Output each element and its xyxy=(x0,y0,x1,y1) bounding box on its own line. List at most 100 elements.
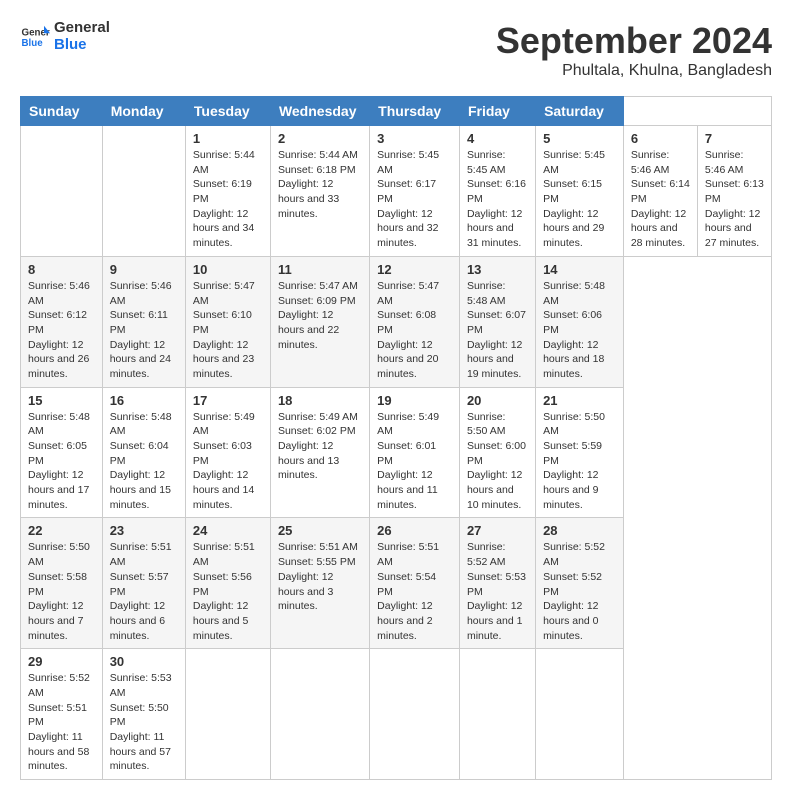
day-number: 3 xyxy=(377,131,452,146)
empty-cell xyxy=(102,126,185,257)
day-cell-16: 16 Sunrise: 5:48 AMSunset: 6:04 PMDayligh… xyxy=(102,387,185,518)
day-info: Sunrise: 5:48 AMSunset: 6:05 PMDaylight:… xyxy=(28,410,95,513)
day-cell-11: 11 Sunrise: 5:47 AMSunset: 6:09 PMDayligh… xyxy=(270,256,369,387)
day-info: Sunrise: 5:45 AMSunset: 6:16 PMDaylight:… xyxy=(467,148,528,251)
week-row-4: 22 Sunrise: 5:50 AMSunset: 5:58 PMDayligh… xyxy=(21,518,772,649)
day-number: 29 xyxy=(28,654,95,669)
week-row-5: 29Sunrise: 5:52 AMSunset: 5:51 PMDayligh… xyxy=(21,649,772,780)
day-number: 16 xyxy=(110,393,178,408)
day-info: Sunrise: 5:46 AMSunset: 6:14 PMDaylight:… xyxy=(631,148,690,251)
day-info: Sunrise: 5:49 AMSunset: 6:02 PMDaylight:… xyxy=(278,410,362,483)
day-number: 18 xyxy=(278,393,362,408)
day-number: 20 xyxy=(467,393,528,408)
day-number: 11 xyxy=(278,262,362,277)
day-info: Sunrise: 5:48 AMSunset: 6:04 PMDaylight:… xyxy=(110,410,178,513)
day-number: 9 xyxy=(110,262,178,277)
week-row-3: 15 Sunrise: 5:48 AMSunset: 6:05 PMDayligh… xyxy=(21,387,772,518)
calendar-table: SundayMondayTuesdayWednesdayThursdayFrid… xyxy=(20,96,772,780)
logo-icon: General Blue xyxy=(20,22,50,52)
day-info: Sunrise: 5:50 AMSunset: 5:59 PMDaylight:… xyxy=(543,410,616,513)
day-cell-5: 5Sunrise: 5:45 AMSunset: 6:15 PMDaylight… xyxy=(536,126,624,257)
day-cell-4: 4 Sunrise: 5:45 AMSunset: 6:16 PMDaylight… xyxy=(459,126,535,257)
day-cell-17: 17 Sunrise: 5:49 AMSunset: 6:03 PMDayligh… xyxy=(185,387,270,518)
weekday-header-thursday: Thursday xyxy=(370,97,460,126)
day-info: Sunrise: 5:50 AMSunset: 5:58 PMDaylight:… xyxy=(28,540,95,643)
day-number: 4 xyxy=(467,131,528,146)
day-number: 24 xyxy=(193,523,263,538)
day-info: Sunrise: 5:50 AMSunset: 6:00 PMDaylight:… xyxy=(467,410,528,513)
day-number: 21 xyxy=(543,393,616,408)
day-info: Sunrise: 5:52 AMSunset: 5:52 PMDaylight:… xyxy=(543,540,616,643)
day-cell-7: 7 Sunrise: 5:46 AMSunset: 6:13 PMDaylight… xyxy=(697,126,771,257)
day-cell-2: 2 Sunrise: 5:44 AMSunset: 6:18 PMDaylight… xyxy=(270,126,369,257)
day-info: Sunrise: 5:52 AMSunset: 5:53 PMDaylight:… xyxy=(467,540,528,643)
day-info: Sunrise: 5:46 AMSunset: 6:13 PMDaylight:… xyxy=(705,148,764,251)
empty-cell xyxy=(185,649,270,780)
logo-blue: Blue xyxy=(54,37,110,54)
title-area: September 2024 Phultala, Khulna, Banglad… xyxy=(496,20,772,80)
header: General Blue General Blue September 2024… xyxy=(20,20,772,80)
day-info: Sunrise: 5:47 AMSunset: 6:08 PMDaylight:… xyxy=(377,279,452,382)
day-cell-6: 6 Sunrise: 5:46 AMSunset: 6:14 PMDaylight… xyxy=(623,126,697,257)
day-cell-25: 25 Sunrise: 5:51 AMSunset: 5:55 PMDayligh… xyxy=(270,518,369,649)
day-number: 8 xyxy=(28,262,95,277)
empty-cell xyxy=(370,649,460,780)
day-cell-28: 28 Sunrise: 5:52 AMSunset: 5:52 PMDayligh… xyxy=(536,518,624,649)
day-cell-18: 18 Sunrise: 5:49 AMSunset: 6:02 PMDayligh… xyxy=(270,387,369,518)
location-title: Phultala, Khulna, Bangladesh xyxy=(496,62,772,80)
day-number: 7 xyxy=(705,131,764,146)
day-info: Sunrise: 5:48 AMSunset: 6:06 PMDaylight:… xyxy=(543,279,616,382)
day-number: 25 xyxy=(278,523,362,538)
weekday-header-wednesday: Wednesday xyxy=(270,97,369,126)
week-row-1: 1 Sunrise: 5:44 AMSunset: 6:19 PMDaylight… xyxy=(21,126,772,257)
day-number: 30 xyxy=(110,654,178,669)
svg-text:Blue: Blue xyxy=(22,38,44,49)
day-info: Sunrise: 5:44 AMSunset: 6:19 PMDaylight:… xyxy=(193,148,263,251)
day-number: 23 xyxy=(110,523,178,538)
day-number: 17 xyxy=(193,393,263,408)
day-number: 1 xyxy=(193,131,263,146)
day-info: Sunrise: 5:47 AMSunset: 6:10 PMDaylight:… xyxy=(193,279,263,382)
day-info: Sunrise: 5:51 AMSunset: 5:56 PMDaylight:… xyxy=(193,540,263,643)
day-number: 14 xyxy=(543,262,616,277)
day-cell-21: 21 Sunrise: 5:50 AMSunset: 5:59 PMDayligh… xyxy=(536,387,624,518)
day-number: 19 xyxy=(377,393,452,408)
day-cell-3: 3 Sunrise: 5:45 AMSunset: 6:17 PMDaylight… xyxy=(370,126,460,257)
month-title: September 2024 xyxy=(496,20,772,62)
day-number: 5 xyxy=(543,131,616,146)
day-number: 6 xyxy=(631,131,690,146)
day-info: Sunrise: 5:44 AMSunset: 6:18 PMDaylight:… xyxy=(278,148,362,221)
day-cell-15: 15 Sunrise: 5:48 AMSunset: 6:05 PMDayligh… xyxy=(21,387,103,518)
day-cell-13: 13 Sunrise: 5:48 AMSunset: 6:07 PMDayligh… xyxy=(459,256,535,387)
day-cell-1: 1 Sunrise: 5:44 AMSunset: 6:19 PMDaylight… xyxy=(185,126,270,257)
day-info: Sunrise: 5:53 AMSunset: 5:50 PMDaylight:… xyxy=(110,671,178,774)
weekday-header-saturday: Saturday xyxy=(536,97,624,126)
empty-cell xyxy=(536,649,624,780)
day-number: 15 xyxy=(28,393,95,408)
day-info: Sunrise: 5:45 AMSunset: 6:17 PMDaylight:… xyxy=(377,148,452,251)
week-row-2: 8 Sunrise: 5:46 AMSunset: 6:12 PMDaylight… xyxy=(21,256,772,387)
weekday-header-friday: Friday xyxy=(459,97,535,126)
day-cell-23: 23 Sunrise: 5:51 AMSunset: 5:57 PMDayligh… xyxy=(102,518,185,649)
day-info: Sunrise: 5:51 AMSunset: 5:57 PMDaylight:… xyxy=(110,540,178,643)
day-info: Sunrise: 5:51 AMSunset: 5:54 PMDaylight:… xyxy=(377,540,452,643)
day-number: 2 xyxy=(278,131,362,146)
day-cell-8: 8 Sunrise: 5:46 AMSunset: 6:12 PMDaylight… xyxy=(21,256,103,387)
day-info: Sunrise: 5:49 AMSunset: 6:03 PMDaylight:… xyxy=(193,410,263,513)
day-number: 26 xyxy=(377,523,452,538)
day-number: 10 xyxy=(193,262,263,277)
day-info: Sunrise: 5:47 AMSunset: 6:09 PMDaylight:… xyxy=(278,279,362,352)
logo-general: General xyxy=(54,20,110,37)
day-cell-24: 24 Sunrise: 5:51 AMSunset: 5:56 PMDayligh… xyxy=(185,518,270,649)
empty-cell xyxy=(270,649,369,780)
day-info: Sunrise: 5:51 AMSunset: 5:55 PMDaylight:… xyxy=(278,540,362,613)
day-info: Sunrise: 5:48 AMSunset: 6:07 PMDaylight:… xyxy=(467,279,528,382)
day-number: 28 xyxy=(543,523,616,538)
weekday-header-tuesday: Tuesday xyxy=(185,97,270,126)
day-number: 22 xyxy=(28,523,95,538)
day-info: Sunrise: 5:46 AMSunset: 6:12 PMDaylight:… xyxy=(28,279,95,382)
day-cell-29: 29Sunrise: 5:52 AMSunset: 5:51 PMDayligh… xyxy=(21,649,103,780)
day-cell-12: 12Sunrise: 5:47 AMSunset: 6:08 PMDayligh… xyxy=(370,256,460,387)
day-number: 13 xyxy=(467,262,528,277)
empty-cell xyxy=(459,649,535,780)
